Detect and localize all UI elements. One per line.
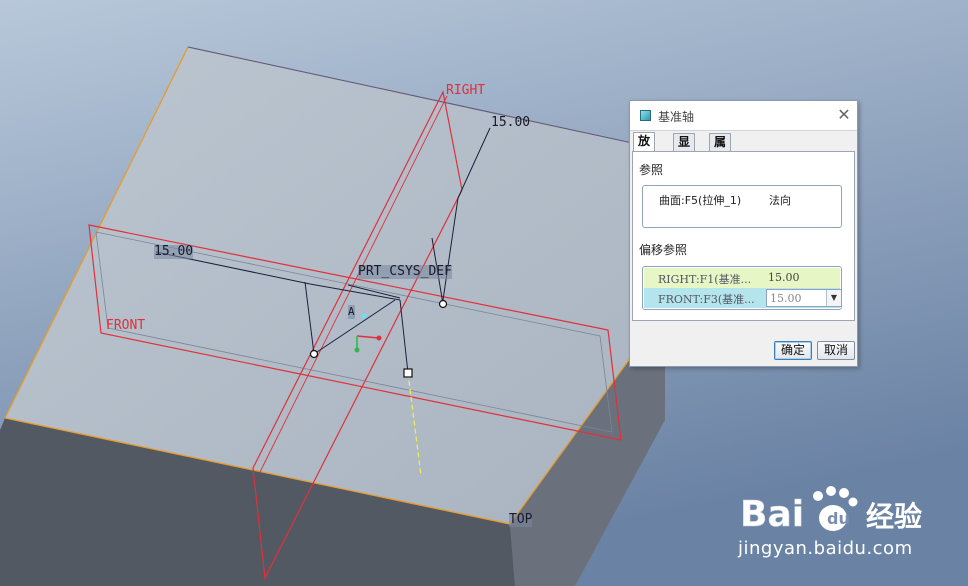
baidu-jingyan-watermark: Bai du 经验 jingyan.baidu.com bbox=[738, 480, 968, 586]
dim-right-value[interactable]: 15.00 bbox=[491, 116, 530, 130]
datum-axis-dialog: 基准轴 ✕ 放置 显示 属性 参照 曲面:F5(拉伸_1) 法向 偏移参照 RI… bbox=[629, 100, 858, 367]
offset-handle-front[interactable] bbox=[309, 349, 319, 359]
tab-placement[interactable]: 放置 bbox=[633, 132, 656, 165]
offset-ref-name: RIGHT:F1(基准... bbox=[658, 273, 752, 286]
ok-button[interactable]: 确定 bbox=[774, 341, 812, 360]
datum-axis-icon bbox=[640, 110, 651, 121]
offset-row-right[interactable]: RIGHT:F1(基准... 15.00 bbox=[644, 268, 840, 288]
reference-constraint[interactable]: 法向 bbox=[769, 192, 791, 208]
csys-x-end bbox=[376, 335, 382, 341]
offset-handle-right[interactable] bbox=[438, 299, 448, 309]
svg-text:Bai: Bai bbox=[740, 494, 804, 535]
references-label: 参照 bbox=[639, 163, 664, 177]
close-icon[interactable]: ✕ bbox=[836, 107, 852, 123]
front-plane-label: FRONT bbox=[106, 318, 146, 333]
tab-display[interactable]: 显示 bbox=[673, 133, 696, 166]
offset-value-input[interactable]: 15.00 bbox=[770, 292, 802, 305]
axis-placement-handle[interactable] bbox=[403, 368, 413, 378]
cancel-button[interactable]: 取消 bbox=[817, 341, 855, 360]
dim-front-value[interactable]: 15.00 bbox=[154, 245, 194, 259]
csys-origin-marker bbox=[361, 313, 367, 319]
offset-references-collector[interactable]: RIGHT:F1(基准... 15.00 FRONT:F3(基准... 15.0… bbox=[642, 266, 842, 310]
tab-properties[interactable]: 属性 bbox=[709, 133, 732, 166]
watermark-url: jingyan.baidu.com bbox=[738, 538, 913, 559]
reference-surface[interactable]: 曲面:F5(拉伸_1) bbox=[659, 192, 741, 208]
chevron-down-icon[interactable]: ▼ bbox=[826, 290, 841, 306]
offset-ref-value[interactable]: 15.00 bbox=[768, 271, 800, 284]
references-collector[interactable]: 曲面:F5(拉伸_1) 法向 bbox=[642, 185, 842, 228]
offset-row-front[interactable]: FRONT:F3(基准... 15.00 ▼ bbox=[644, 288, 841, 308]
svg-text:du: du bbox=[827, 509, 850, 528]
csys-y-end bbox=[354, 347, 360, 353]
dialog-titlebar[interactable]: 基准轴 ✕ bbox=[630, 101, 857, 131]
csys-label: PRT_CSYS_DEF bbox=[358, 264, 452, 279]
baidu-logo: Bai du 经验 bbox=[740, 486, 922, 535]
offset-references-label: 偏移参照 bbox=[639, 243, 688, 257]
svg-text:经验: 经验 bbox=[866, 500, 922, 533]
right-plane-label: RIGHT bbox=[446, 83, 486, 98]
dialog-title: 基准轴 bbox=[658, 110, 695, 124]
offset-value-combobox[interactable]: 15.00 ▼ bbox=[766, 289, 841, 307]
offset-ref-name: FRONT:F3(基准... bbox=[658, 293, 755, 306]
top-plane-label: TOP bbox=[509, 512, 533, 527]
axis-tag: A bbox=[348, 305, 355, 319]
